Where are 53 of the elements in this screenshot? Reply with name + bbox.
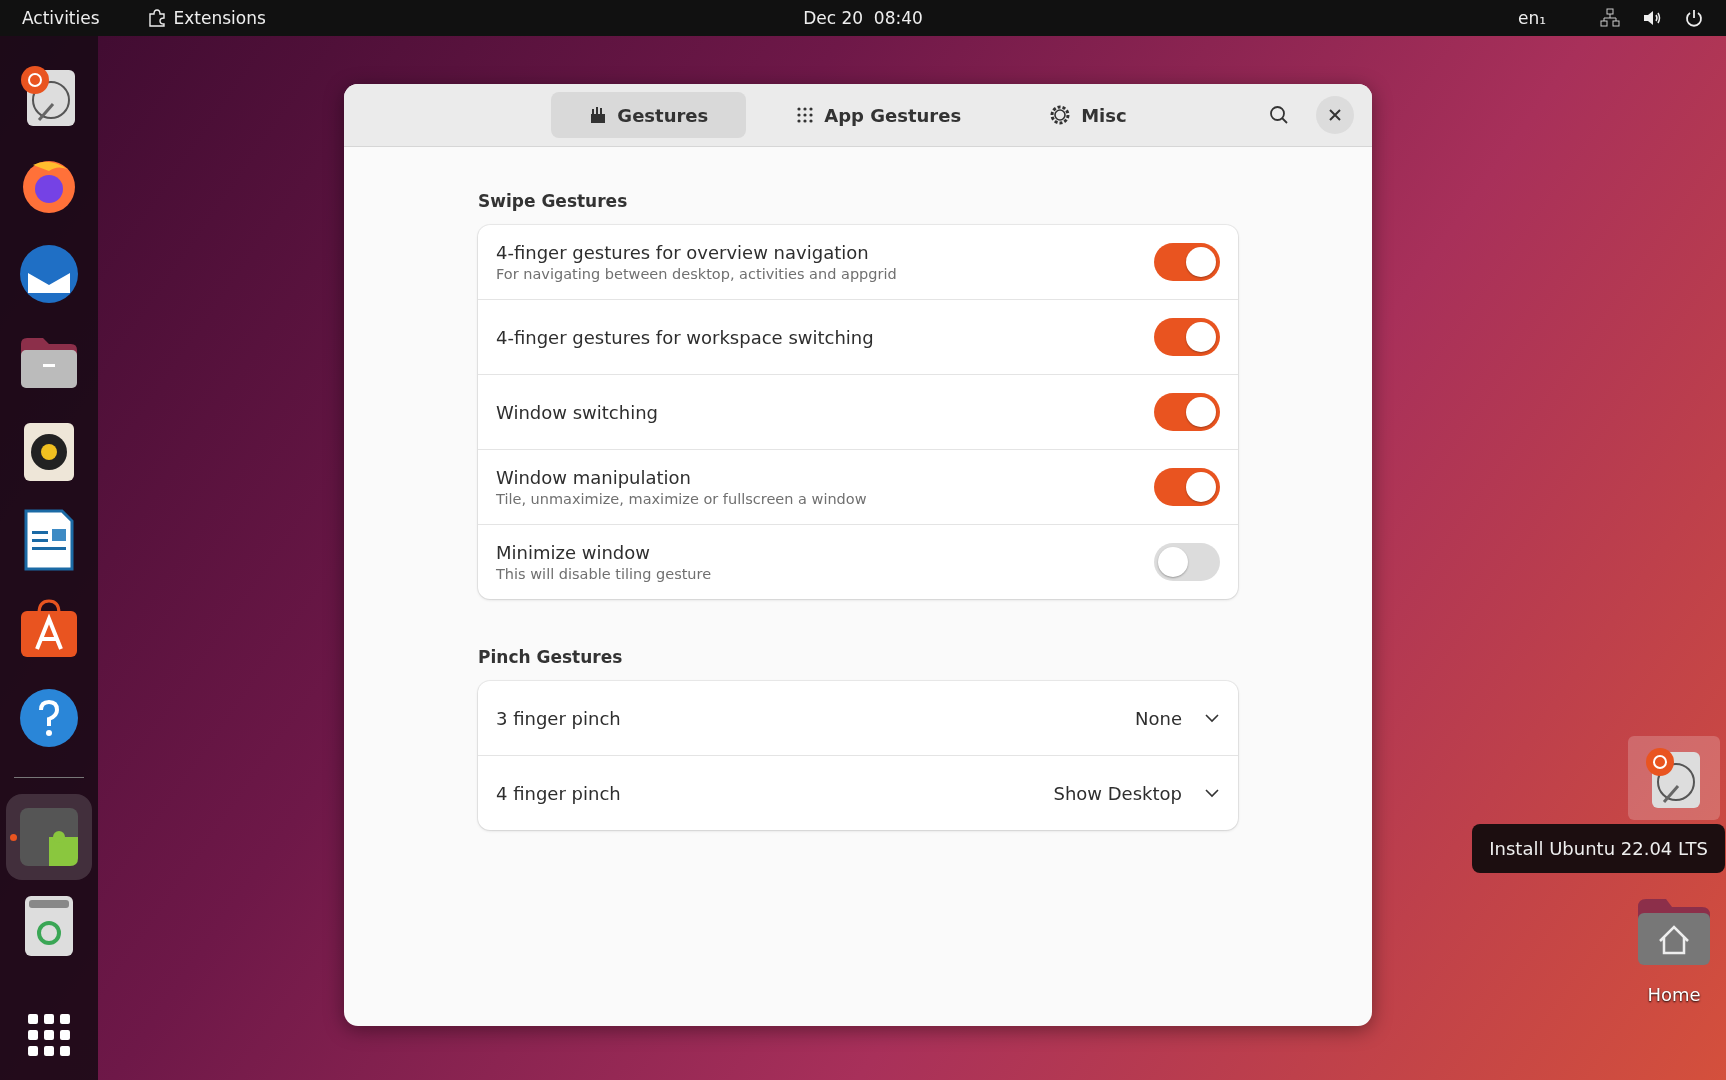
chevron-down-icon [1204, 713, 1220, 723]
gear-icon [1049, 104, 1072, 126]
dropdown[interactable]: None [1135, 707, 1220, 729]
setting-description: Tile, unmaximize, maximize or fullscreen a window [496, 491, 868, 507]
section-title: Pinch Gestures [478, 647, 624, 667]
setting-title: 4 finger pinch [496, 782, 622, 804]
running-indicator-dot [10, 834, 17, 842]
clock[interactable]: Dec 20 08:40 [803, 8, 923, 28]
help-icon [19, 688, 79, 749]
setting-title: Minimize window [496, 542, 651, 563]
desktop-icon[interactable] [1628, 736, 1720, 820]
toggle-switch[interactable] [1154, 243, 1220, 281]
home-folder-icon [1636, 897, 1712, 967]
keyboard-layout-indicator[interactable]: en₁ [1517, 8, 1546, 28]
tooltip: Install Ubuntu 22.04 LTS [1472, 824, 1725, 873]
search-icon [1269, 105, 1289, 125]
grid-icon [796, 106, 815, 124]
setting-description: This will disable tiling gesture [496, 566, 713, 582]
shopping-bag-icon [19, 599, 79, 660]
speaker-icon [23, 421, 75, 482]
hand-icon [589, 106, 608, 124]
close-button[interactable] [1316, 96, 1354, 134]
setting-title: Window manipulation [496, 467, 692, 488]
bird-envelope-icon [18, 242, 80, 305]
toggle-switch[interactable] [1154, 318, 1220, 356]
desktop-icon-label: Home [1647, 984, 1701, 1005]
section-title: Swipe Gestures [478, 191, 629, 211]
toggle-switch[interactable] [1154, 468, 1220, 506]
puzzle-icon [19, 807, 79, 868]
extensions-menu[interactable]: Extensions [147, 8, 266, 28]
document-icon [24, 509, 74, 572]
app-grid-icon[interactable] [28, 1014, 70, 1056]
dock-item[interactable] [6, 794, 92, 881]
folder-icon [19, 335, 79, 390]
setting-title: 3 finger pinch [496, 707, 622, 729]
dropdown[interactable]: Show Desktop [1053, 782, 1220, 804]
activities-button[interactable]: Activities [22, 8, 100, 28]
setting-title: Window switching [496, 401, 659, 423]
tab[interactable]: Gestures [551, 92, 747, 138]
close-icon [1328, 108, 1342, 122]
tab[interactable]: Misc [1011, 92, 1165, 138]
puzzle-icon [147, 9, 166, 27]
setting-description: For navigating between desktop, activities and appgrid [496, 266, 898, 282]
power-icon[interactable] [1684, 8, 1704, 28]
trash-icon [24, 895, 74, 958]
toggle-switch[interactable] [1154, 393, 1220, 431]
network-icon[interactable] [1600, 8, 1620, 28]
volume-icon[interactable] [1642, 8, 1662, 28]
setting-title: 4-finger gestures for overview navigation [496, 242, 870, 263]
toggle-switch[interactable] [1154, 543, 1220, 581]
chevron-down-icon [1204, 788, 1220, 798]
tab[interactable]: App Gestures [758, 92, 1000, 138]
setting-title: 4-finger gestures for workspace switching [496, 326, 875, 348]
